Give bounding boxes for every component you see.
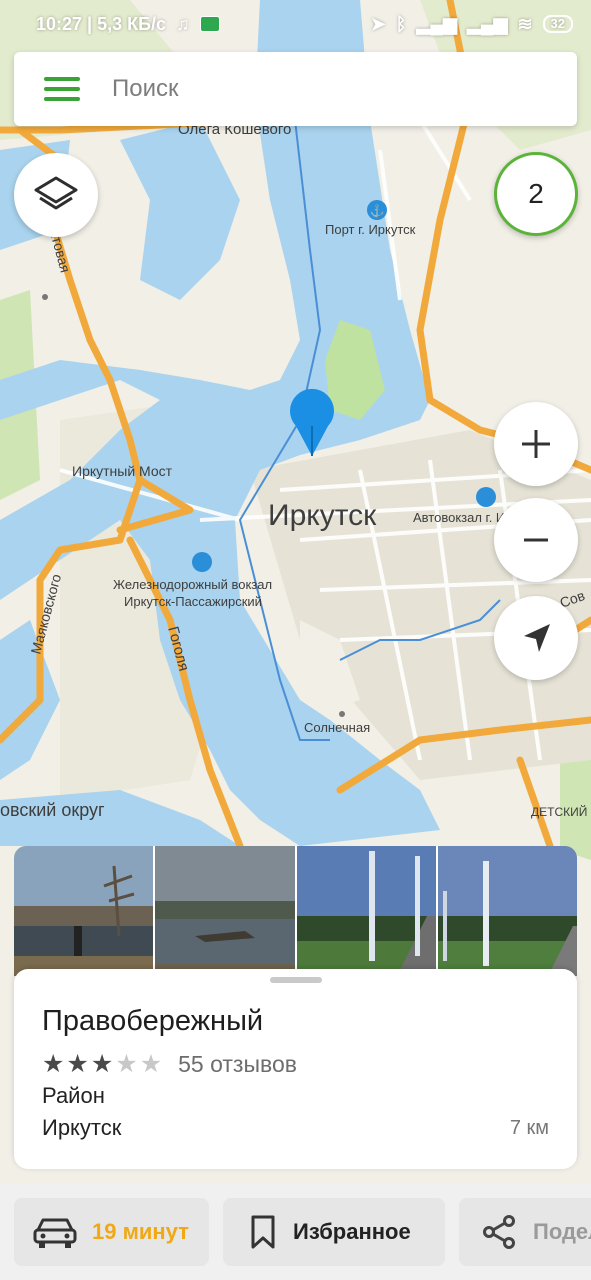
search-input[interactable]: Поиск [112, 75, 179, 103]
status-time: 10:27 | 5,3 КБ/с [36, 13, 167, 34]
label-okrug: овский округ [0, 800, 105, 820]
bookmark-icon [251, 1215, 275, 1249]
my-location-button[interactable] [494, 596, 578, 680]
minus-icon [524, 538, 548, 542]
photo-2[interactable] [155, 846, 297, 976]
star-icon: ★ [42, 1050, 65, 1078]
star-icon: ★ [90, 1050, 114, 1078]
zoom-out-button[interactable] [494, 498, 578, 582]
photo-strip[interactable] [14, 846, 577, 976]
layers-button[interactable] [14, 153, 98, 237]
star-empty-icon: ★ [115, 1050, 138, 1078]
rail-station-marker [192, 552, 212, 572]
tabs-count-button[interactable]: 2 [494, 152, 578, 236]
signal-icon: ▂▄▆ [416, 13, 457, 34]
tabs-count: 2 [528, 178, 544, 209]
reviews-count[interactable]: 55 отзывов [178, 1051, 297, 1078]
search-bar[interactable]: Поиск [14, 52, 577, 126]
share-label: Поделиться [533, 1219, 591, 1244]
bluetooth-icon: ᛒ [395, 13, 407, 34]
music-icon: ♫ [176, 13, 190, 34]
signal2-icon: ▂▄▆ [466, 13, 508, 34]
label-rail-2: Иркутск-Пассажирский [124, 594, 262, 609]
place-type: Район [42, 1083, 105, 1108]
svg-text:⚓: ⚓ [370, 204, 385, 218]
favorites-label: Избранное [293, 1219, 411, 1244]
star-empty-icon: ★ [139, 1050, 163, 1078]
app-icon [199, 16, 220, 32]
wifi-icon: ≋ [517, 13, 533, 34]
photo-4[interactable] [437, 846, 577, 976]
route-button[interactable]: 19 минут [14, 1198, 209, 1266]
battery-icon: 32 [542, 15, 573, 33]
label-port: Порт г. Иркутск [325, 222, 416, 237]
route-time: 19 минут [92, 1219, 189, 1244]
place-city: Иркутск [42, 1115, 122, 1140]
photo-1[interactable] [14, 846, 156, 976]
label-detsky: ДЕТСКИЙ [531, 804, 587, 819]
favorites-button[interactable]: Избранное [223, 1198, 445, 1266]
share-icon [483, 1215, 515, 1249]
place-distance: 7 км [509, 1117, 549, 1139]
photo-3[interactable] [296, 846, 438, 976]
rating-row[interactable]: ★ ★ ★ ★ ★ 55 отзывов [42, 1051, 297, 1078]
plus-icon [522, 430, 550, 458]
hamburger-menu-icon[interactable] [44, 77, 80, 101]
place-card[interactable]: Правобережный ★ ★ ★ ★ ★ 55 отзывов Район… [14, 969, 577, 1169]
share-button[interactable]: Поделиться [459, 1198, 591, 1266]
car-icon [33, 1218, 77, 1248]
label-city: Иркутск [268, 499, 377, 532]
drag-handle[interactable] [270, 977, 322, 983]
layers-icon [34, 176, 78, 210]
zoom-in-button[interactable] [494, 402, 578, 486]
place-title: Правобережный [42, 1005, 264, 1037]
label-solnechnaya: Солнечная [304, 720, 370, 735]
label-rail-1: Железнодорожный вокзал [113, 577, 272, 592]
label-irkutny-most: Иркутный Мост [72, 463, 173, 479]
star-icon: ★ [66, 1050, 89, 1078]
bottom-action-bar: 19 минут Избранное Поделиться [0, 1184, 591, 1280]
status-bar: 10:27 | 5,3 КБ/с ♫ ➤ ᛒ ▂▄▆ ▂▄▆ ≋ 32 [0, 0, 591, 48]
bus-station-marker [476, 487, 496, 507]
location-status-icon: ➤ [370, 13, 386, 34]
navigation-arrow-icon [524, 624, 550, 652]
